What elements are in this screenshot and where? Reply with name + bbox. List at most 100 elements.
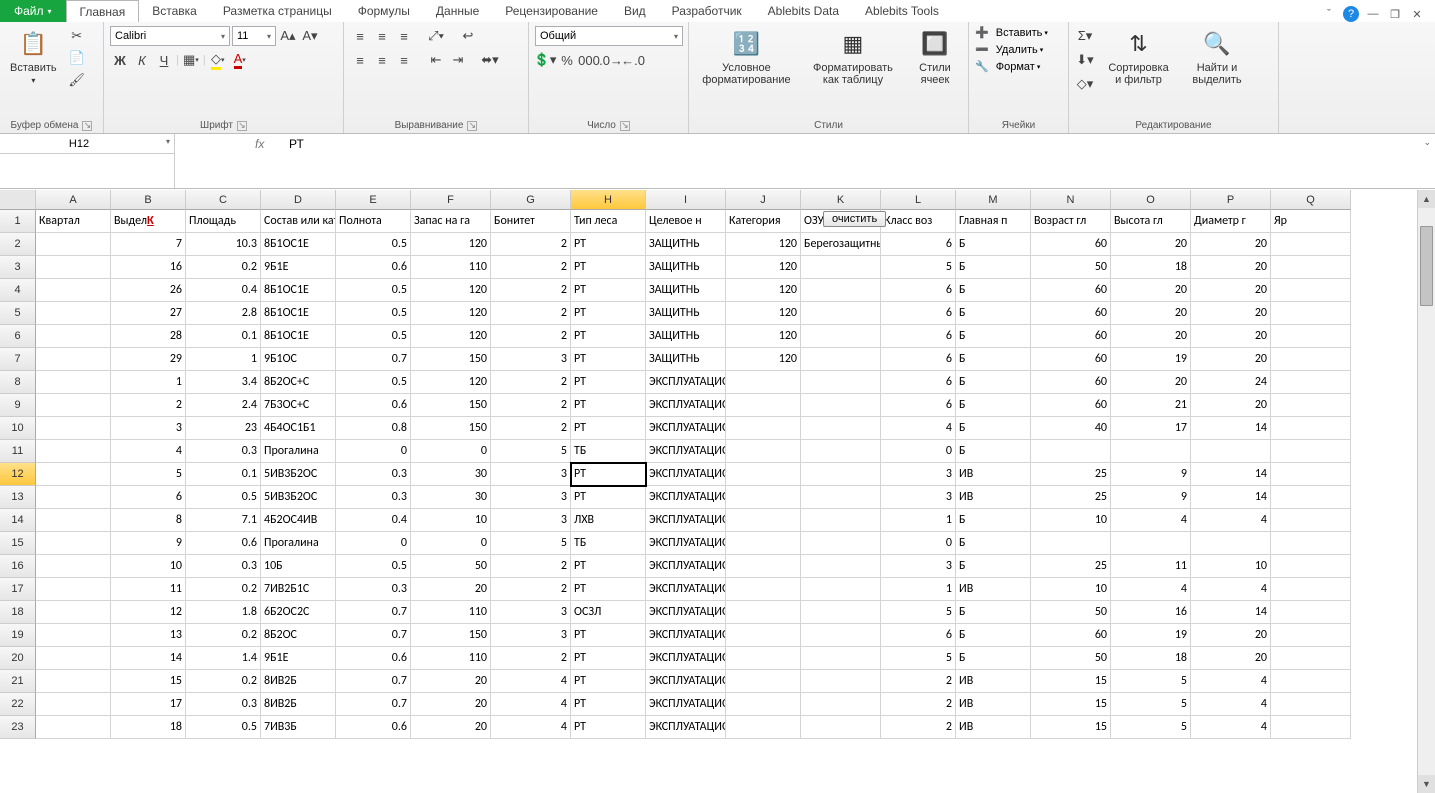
cell[interactable]: [1191, 440, 1271, 463]
cell[interactable]: 10: [1031, 509, 1111, 532]
cell-header[interactable]: Целевое н: [646, 210, 726, 233]
cell[interactable]: 15: [1031, 693, 1111, 716]
cell[interactable]: [801, 578, 881, 601]
cell[interactable]: Б: [956, 440, 1031, 463]
cell[interactable]: 9Б1Е: [261, 647, 336, 670]
format-as-table-button[interactable]: ▦ Форматировать как таблицу: [804, 26, 902, 88]
cell[interactable]: 30: [411, 463, 491, 486]
cell[interactable]: 60: [1031, 279, 1111, 302]
cell-header[interactable]: Возраст гл: [1031, 210, 1111, 233]
cell[interactable]: [36, 624, 111, 647]
cell[interactable]: [1271, 509, 1351, 532]
cell[interactable]: ЗАЩИТНЬ: [646, 279, 726, 302]
cell[interactable]: 20: [1191, 256, 1271, 279]
cell[interactable]: 28: [111, 325, 186, 348]
cell[interactable]: [1271, 325, 1351, 348]
cell[interactable]: [801, 532, 881, 555]
cell[interactable]: Б: [956, 348, 1031, 371]
cells-delete-button[interactable]: ➖ Удалить ▾: [975, 43, 1048, 56]
cell[interactable]: 10: [1191, 555, 1271, 578]
cell[interactable]: 0: [411, 532, 491, 555]
cell[interactable]: [1271, 532, 1351, 555]
row-header-16[interactable]: 16: [0, 555, 36, 578]
cell[interactable]: 4Б4ОС1Б1: [261, 417, 336, 440]
cell[interactable]: ЛХВ: [571, 509, 646, 532]
cell[interactable]: [36, 417, 111, 440]
cell[interactable]: 9Б1Е: [261, 256, 336, 279]
cell[interactable]: 2: [491, 394, 571, 417]
cell[interactable]: 4: [491, 693, 571, 716]
cell[interactable]: Б: [956, 233, 1031, 256]
cell[interactable]: [1271, 601, 1351, 624]
window-restore-icon[interactable]: ❐: [1387, 6, 1403, 22]
cell[interactable]: 2: [491, 325, 571, 348]
cell[interactable]: 6: [881, 233, 956, 256]
row-header-19[interactable]: 19: [0, 624, 36, 647]
cell[interactable]: 0.7: [336, 670, 411, 693]
cell[interactable]: 6: [881, 302, 956, 325]
cell[interactable]: 4: [881, 417, 956, 440]
cell[interactable]: 8: [111, 509, 186, 532]
align-center-icon[interactable]: ≡: [372, 50, 392, 70]
cell[interactable]: 0.6: [336, 256, 411, 279]
cell[interactable]: 50: [1031, 256, 1111, 279]
cell[interactable]: 3: [881, 486, 956, 509]
inc-decimal-icon[interactable]: .0→: [601, 50, 621, 70]
cell[interactable]: [1271, 233, 1351, 256]
cell[interactable]: ЭКСПЛУАТАЦИОННЫЕ: [646, 670, 726, 693]
cell[interactable]: 9: [1111, 463, 1191, 486]
cell[interactable]: [801, 509, 881, 532]
cell[interactable]: 0.1: [186, 325, 261, 348]
row-header-17[interactable]: 17: [0, 578, 36, 601]
cell[interactable]: РТ: [571, 233, 646, 256]
cell[interactable]: 120: [411, 279, 491, 302]
window-minimize-icon[interactable]: —: [1365, 6, 1381, 22]
cell[interactable]: 3: [111, 417, 186, 440]
cell[interactable]: 14: [1191, 486, 1271, 509]
cell[interactable]: Б: [956, 509, 1031, 532]
number-format-combo[interactable]: Общий▾: [535, 26, 683, 46]
font-color-icon[interactable]: A▾: [230, 50, 250, 70]
cell[interactable]: 0.3: [336, 486, 411, 509]
cell-header[interactable]: Бонитет: [491, 210, 571, 233]
cell[interactable]: 60: [1031, 302, 1111, 325]
row-header-12[interactable]: 12: [0, 463, 36, 486]
cell[interactable]: 0.5: [336, 233, 411, 256]
cell[interactable]: 16: [111, 256, 186, 279]
cell[interactable]: 60: [1031, 233, 1111, 256]
cell[interactable]: 20: [411, 716, 491, 739]
cell[interactable]: 0.8: [336, 417, 411, 440]
cell[interactable]: [726, 624, 801, 647]
cell[interactable]: 11: [1111, 555, 1191, 578]
cell[interactable]: 2: [491, 256, 571, 279]
cell[interactable]: 14: [1191, 463, 1271, 486]
cell[interactable]: 20: [1191, 647, 1271, 670]
cell[interactable]: 10: [411, 509, 491, 532]
cell[interactable]: [36, 532, 111, 555]
clear-button[interactable]: очистить: [823, 211, 886, 227]
cell[interactable]: 150: [411, 394, 491, 417]
cell[interactable]: 4: [1111, 578, 1191, 601]
cell[interactable]: 1.8: [186, 601, 261, 624]
ribbon-tab-1[interactable]: Вставка: [139, 0, 210, 22]
cell[interactable]: 110: [411, 256, 491, 279]
align-left-icon[interactable]: ≡: [350, 50, 370, 70]
cell[interactable]: ЗАЩИТНЬ: [646, 256, 726, 279]
cell[interactable]: Б: [956, 325, 1031, 348]
cell[interactable]: Б: [956, 417, 1031, 440]
cell[interactable]: ИВ: [956, 486, 1031, 509]
cell[interactable]: ЗАЩИТНЬ: [646, 325, 726, 348]
cell[interactable]: 1: [186, 348, 261, 371]
indent-dec-icon[interactable]: ⇤: [426, 50, 446, 70]
shrink-font-icon[interactable]: A▾: [300, 26, 320, 46]
paste-button[interactable]: 📋 Вставить ▾: [6, 26, 61, 87]
cell[interactable]: [36, 279, 111, 302]
col-header-J[interactable]: J: [726, 190, 801, 210]
cell[interactable]: [1271, 716, 1351, 739]
cell-header[interactable]: Выдел К: [111, 210, 186, 233]
cell[interactable]: [726, 486, 801, 509]
cell[interactable]: [801, 417, 881, 440]
cell[interactable]: 27: [111, 302, 186, 325]
cell[interactable]: 1: [881, 578, 956, 601]
cell[interactable]: Б: [956, 555, 1031, 578]
